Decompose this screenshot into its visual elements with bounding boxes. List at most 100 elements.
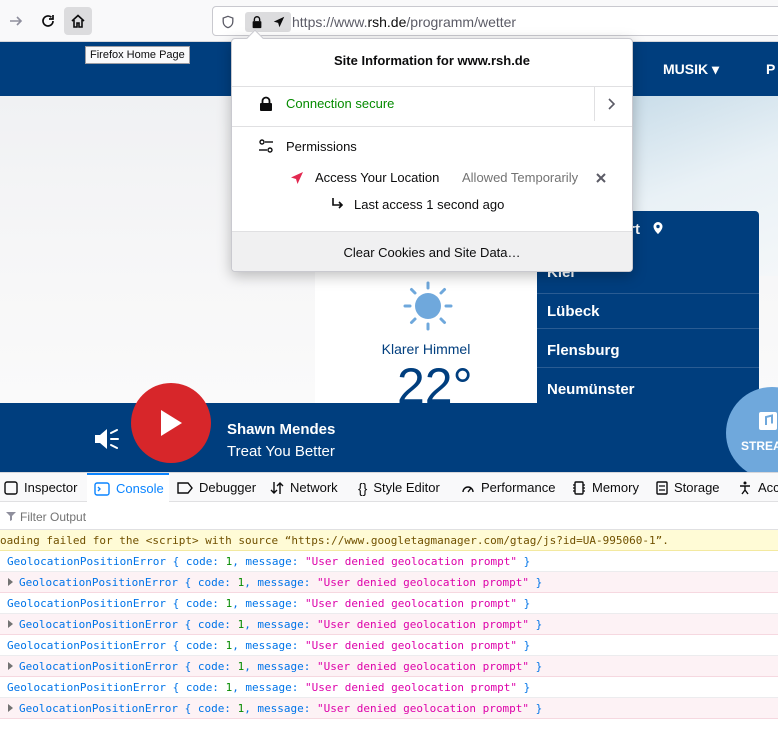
style-editor-icon: {}	[358, 479, 368, 496]
home-button[interactable]	[64, 7, 92, 35]
filter-input[interactable]: Filter Output	[20, 510, 86, 524]
tab-inspector[interactable]: Inspector	[4, 473, 77, 502]
location-pin-icon	[653, 222, 663, 234]
tab-label: Debugger	[199, 480, 257, 495]
console-warning[interactable]: oading failed for the <script> with sour…	[0, 530, 778, 551]
expand-triangle-icon[interactable]	[8, 704, 13, 712]
play-button[interactable]	[131, 383, 211, 463]
error-type: GeolocationPositionError	[19, 576, 178, 589]
url-domain: rsh.de	[367, 14, 407, 30]
reload-icon	[42, 15, 54, 27]
tab-debugger[interactable]: Debugger	[177, 473, 256, 502]
accessibility-icon	[740, 481, 750, 494]
punct: , message:	[244, 702, 318, 715]
forward-button[interactable]	[2, 7, 30, 35]
filter-icon	[6, 512, 16, 521]
error-type: GeolocationPositionError	[19, 702, 178, 715]
punct: , message:	[244, 618, 318, 631]
play-icon	[161, 410, 182, 436]
tab-storage[interactable]: Storage	[656, 473, 720, 502]
console-message[interactable]: GeolocationPositionError { code: 1, mess…	[0, 551, 778, 572]
punct: , message:	[232, 555, 306, 568]
devtools-panel: Inspector Console Debugger Network {} St…	[0, 472, 778, 733]
tracking-protection-icon[interactable]	[218, 12, 238, 32]
city-item-luebeck[interactable]: Lübeck	[537, 290, 759, 329]
punct: { code:	[165, 555, 226, 568]
punct: }	[516, 597, 531, 610]
city-item-flensburg[interactable]: Flensburg	[537, 329, 759, 368]
console-message[interactable]: GeolocationPositionError { code: 1, mess…	[0, 614, 778, 635]
close-icon[interactable]	[596, 173, 606, 183]
site-identity-button[interactable]	[245, 12, 291, 32]
tab-performance[interactable]: Performance	[461, 473, 555, 502]
home-icon	[71, 14, 85, 28]
punct: }	[516, 555, 531, 568]
error-message: "User denied geolocation prompt"	[305, 639, 517, 652]
url-bar[interactable]: https://www.rsh.de/programm/wetter	[212, 6, 778, 36]
expand-triangle-icon[interactable]	[8, 620, 13, 628]
expand-triangle-icon[interactable]	[8, 662, 13, 670]
permissions-icon	[259, 139, 273, 153]
error-message: "User denied geolocation prompt"	[305, 681, 517, 694]
punct: , message:	[232, 597, 306, 610]
tab-accessibility[interactable]: Acc	[738, 473, 778, 502]
tab-label: Inspector	[24, 480, 78, 495]
permissions-label: Permissions	[286, 139, 357, 154]
network-icon	[270, 481, 284, 494]
console-message[interactable]: GeolocationPositionError { code: 1, mess…	[0, 698, 778, 719]
tab-console[interactable]: Console	[87, 473, 169, 502]
punct: { code:	[165, 639, 226, 652]
tab-label: Network	[290, 480, 338, 495]
tab-label: Storage	[674, 480, 720, 495]
error-message: "User denied geolocation prompt"	[317, 702, 529, 715]
nav-musik[interactable]: MUSIK ▾	[663, 61, 719, 78]
memory-icon	[573, 480, 585, 495]
inspector-icon	[4, 480, 18, 495]
player-song: Treat You Better	[227, 443, 335, 460]
separator	[232, 126, 632, 127]
filter-bar[interactable]: Filter Output	[0, 502, 778, 530]
url-text[interactable]: https://www.rsh.de/programm/wetter	[292, 14, 516, 30]
weather-condition: Klarer Himmel	[381, 341, 471, 357]
punct: { code:	[177, 618, 238, 631]
console-message[interactable]: GeolocationPositionError { code: 1, mess…	[0, 677, 778, 698]
tab-style-editor[interactable]: {} Style Editor	[358, 473, 440, 502]
tab-label: Memory	[592, 480, 639, 495]
error-type: GeolocationPositionError	[7, 597, 166, 610]
location-permission-state: Allowed Temporarily	[462, 170, 579, 185]
error-type: GeolocationPositionError	[19, 618, 178, 631]
error-message: "User denied geolocation prompt"	[317, 618, 529, 631]
last-access-text: Last access 1 second ago	[354, 197, 505, 212]
error-message: "User denied geolocation prompt"	[317, 660, 529, 673]
error-type: GeolocationPositionError	[7, 681, 166, 694]
console-message[interactable]: GeolocationPositionError { code: 1, mess…	[0, 572, 778, 593]
punct: }	[528, 576, 543, 589]
console-message[interactable]: GeolocationPositionError { code: 1, mess…	[0, 656, 778, 677]
punct: }	[528, 618, 543, 631]
tab-memory[interactable]: Memory	[572, 473, 639, 502]
expand-triangle-icon[interactable]	[8, 578, 13, 586]
tab-label: Console	[116, 481, 164, 496]
console-message[interactable]: GeolocationPositionError { code: 1, mess…	[0, 635, 778, 656]
punct: { code:	[177, 576, 238, 589]
chevron-right-icon[interactable]	[607, 97, 617, 111]
error-message: "User denied geolocation prompt"	[305, 597, 517, 610]
clear-cookies-label: Clear Cookies and Site Data…	[343, 245, 521, 260]
punct: }	[528, 660, 543, 673]
storage-icon	[656, 480, 668, 495]
connection-status[interactable]: Connection secure	[286, 96, 394, 111]
reload-button[interactable]	[34, 7, 62, 35]
punct: , message:	[244, 660, 318, 673]
nav-item-p[interactable]: P	[766, 61, 775, 77]
city-item-neumuenster[interactable]: Neumünster	[537, 368, 759, 407]
console-output: oading failed for the <script> with sour…	[0, 530, 778, 719]
speaker-icon[interactable]	[93, 427, 121, 451]
location-permission-label: Access Your Location	[315, 170, 440, 185]
console-message[interactable]: GeolocationPositionError { code: 1, mess…	[0, 593, 778, 614]
site-info-panel: Site Information for www.rsh.de Connecti…	[231, 29, 633, 272]
tab-network[interactable]: Network	[270, 473, 338, 502]
stream-label: STREA	[741, 439, 778, 453]
radio-player: Shawn Mendes Treat You Better	[0, 403, 778, 472]
error-message: "User denied geolocation prompt"	[317, 576, 529, 589]
clear-cookies-button[interactable]: Clear Cookies and Site Data…	[232, 231, 632, 271]
